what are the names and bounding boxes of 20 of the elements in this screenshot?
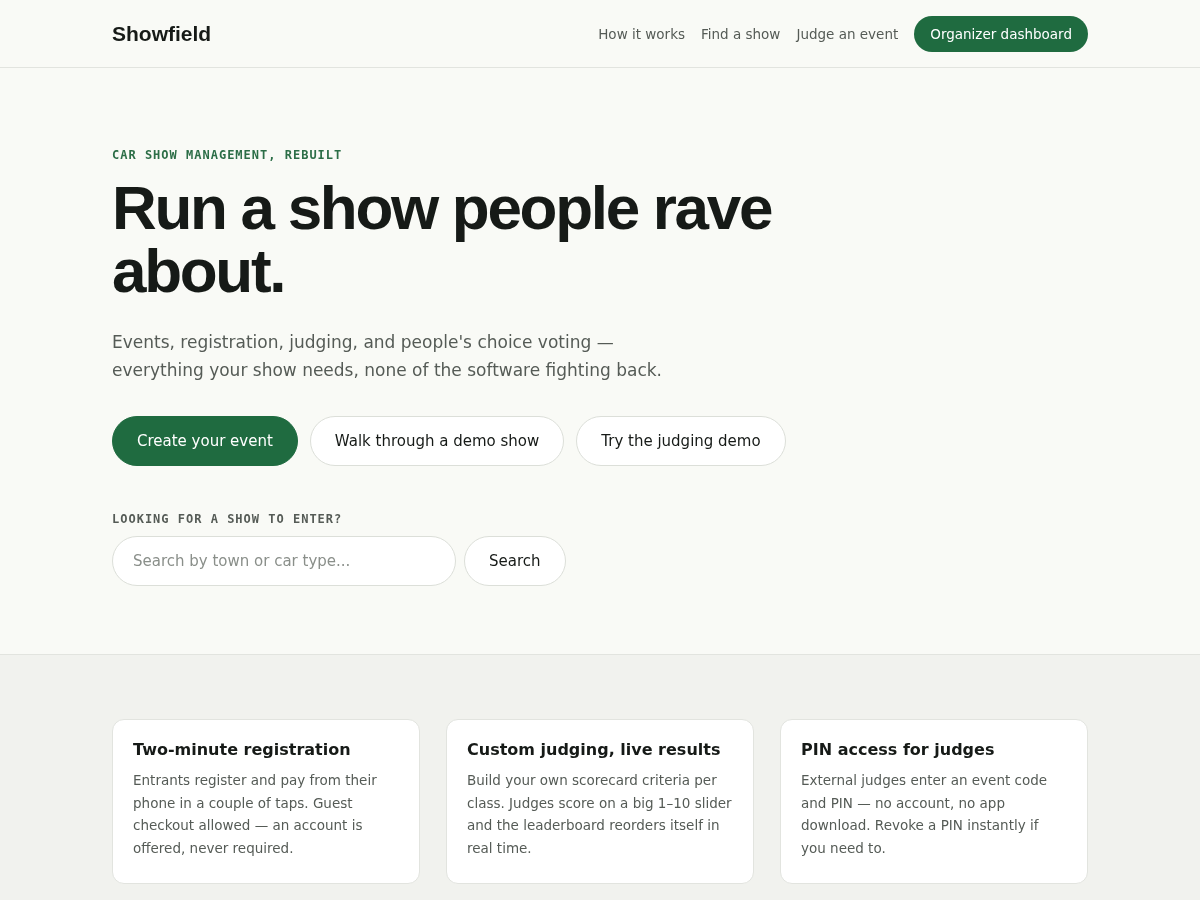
feature-text: External judges enter an event code and PIN — no account, no app download. Revoke a PIN instantly if you need to.	[801, 771, 1049, 858]
search-button[interactable]: Search	[464, 536, 566, 586]
create-event-button[interactable]: Create your event	[112, 416, 298, 466]
nav-link[interactable]: How it works	[598, 25, 685, 42]
nav-link[interactable]: Find a show	[701, 25, 781, 42]
search-label: LOOKING FOR A SHOW TO ENTER?	[112, 512, 344, 526]
feature-title: Two-minute registration	[133, 740, 352, 759]
nav-link[interactable]: Judge an event	[796, 25, 899, 42]
demo-button[interactable]: Walk through a demo show	[309, 416, 565, 466]
feature-text: Entrants register and pay from their phone in a couple of taps. Guest checkout allowed — an account is offered, never required.	[133, 771, 378, 858]
search-field[interactable]: Search by town or car type...	[112, 536, 456, 586]
feature-title: PIN access for judges	[801, 740, 996, 759]
eyebrow-text: CAR SHOW MANAGEMENT, REBUILT	[112, 148, 344, 162]
demo-button[interactable]: Try the judging demo	[576, 416, 786, 466]
feature-text: Build your own scorecard criteria per class. Judges score on a big 1–10 slider and the leaderboard reorders itself in real time.	[467, 771, 733, 858]
logo[interactable]: Showfield	[112, 21, 212, 46]
dashboard-button[interactable]: Organizer dashboard	[914, 15, 1088, 52]
feature-title: Custom judging, live results	[467, 740, 722, 759]
hero-subtitle: Events, registration, judging, and people's choice voting — everything your show needs, none of the software fighting back.	[112, 331, 664, 382]
hero-title: Run a show people rave about.	[112, 176, 773, 302]
